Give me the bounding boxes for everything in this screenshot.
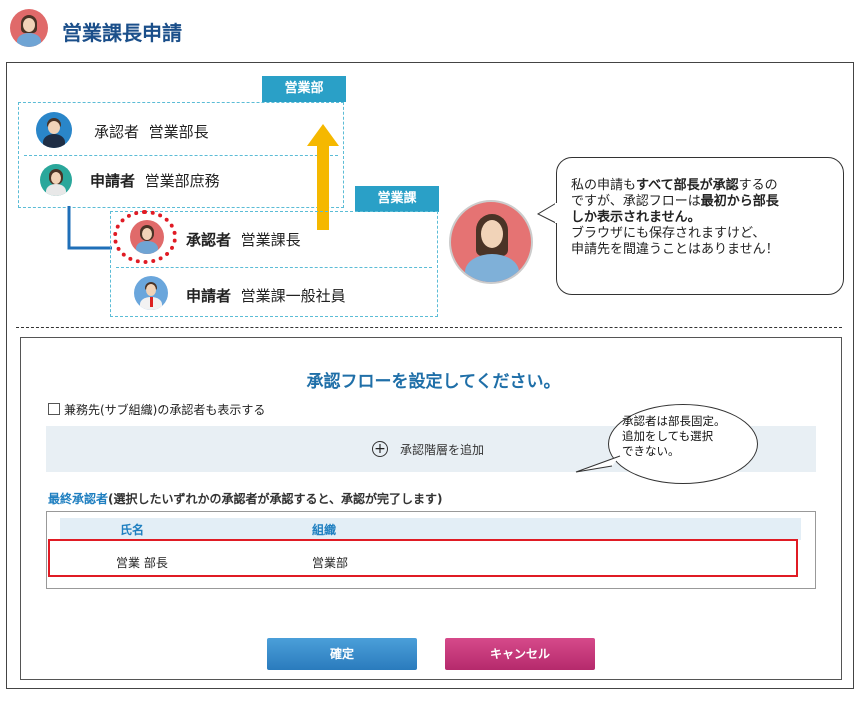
- dept-approver-role: 承認者: [94, 123, 140, 141]
- dept-approver-row: 承認者 営業部長: [94, 121, 209, 142]
- dept-applicant-role: 申請者: [90, 172, 136, 190]
- callout-tail: [575, 455, 621, 473]
- col-header-org: 組織: [312, 523, 337, 537]
- callout-line-1: 承認者は部長固定。: [622, 414, 726, 428]
- bubble-tail-join: [555, 203, 558, 223]
- speech-line-3: しか表示されません。: [571, 210, 701, 225]
- page-title: 営業課長申請: [62, 21, 182, 45]
- sales-section-tag: 営業課: [355, 186, 439, 212]
- section-approver-name: 営業課長: [240, 231, 301, 249]
- confirm-button[interactable]: 確定: [267, 638, 417, 670]
- dept-applicant-row: 申請者 営業部庶務: [90, 170, 220, 191]
- final-approver-label-suffix: (選択したいずれかの承認者が承認すると、承認が完了します): [108, 492, 443, 506]
- section-approver-avatar-icon: [130, 220, 164, 254]
- speech-line-1: 私の申請もすべて部長が承認するの: [571, 178, 778, 193]
- speaker-avatar-icon: [449, 200, 533, 284]
- section-applicant-avatar-icon: [134, 276, 168, 310]
- callout-line-3: できない。: [622, 444, 680, 458]
- callout-text: 承認者は部長固定。 追加をしても選択 できない。: [622, 414, 726, 459]
- title-avatar-icon: [10, 9, 48, 47]
- section-approver-row: 承認者 営業課長: [186, 229, 301, 250]
- dept-applicant-avatar-icon: [40, 164, 72, 196]
- speech-line-4: ブラウザにも保存されますけど、: [571, 226, 766, 241]
- speech-line-2: ですが、承認フローは最初から部長: [571, 194, 779, 209]
- dialog-title: 承認フローを設定してください。: [306, 372, 561, 392]
- section-applicant-name: 営業課一般社員: [240, 287, 346, 305]
- speech-bubble: 私の申請もすべて部長が承認するの ですが、承認フローは最初から部長 しか表示され…: [556, 157, 844, 295]
- section-applicant-role: 申請者: [186, 287, 232, 305]
- section-approver-role: 承認者: [186, 231, 232, 249]
- sales-dept-tag: 営業部: [262, 76, 346, 102]
- approver-table-header: [60, 518, 801, 540]
- add-level-label[interactable]: 承認階層を追加: [400, 441, 484, 458]
- section-divider: [16, 327, 842, 328]
- section-row-separator: [116, 267, 432, 268]
- dept-approver-avatar-icon: [36, 112, 72, 148]
- cancel-button[interactable]: キャンセル: [445, 638, 595, 670]
- speech-line-5: 申請先を間違うことはありません！: [571, 242, 779, 257]
- plus-circle-icon[interactable]: +: [372, 441, 388, 457]
- dept-row-separator: [24, 155, 338, 156]
- col-header-name: 氏名: [120, 523, 145, 537]
- callout-line-2: 追加をしても選択: [622, 429, 714, 443]
- sub-org-checkbox[interactable]: [48, 403, 60, 415]
- section-applicant-row: 申請者 営業課一般社員: [186, 285, 346, 306]
- dept-applicant-name: 営業部庶務: [144, 172, 220, 190]
- final-approver-label: 最終承認者(選択したいずれかの承認者が承認すると、承認が完了します): [48, 490, 443, 507]
- sub-org-checkbox-label: 兼務先(サブ組織)の承認者も表示する: [64, 403, 266, 417]
- table-row-highlight: [48, 539, 798, 577]
- sub-org-checkbox-row[interactable]: 兼務先(サブ組織)の承認者も表示する: [48, 401, 265, 418]
- dept-approver-name: 営業部長: [148, 123, 209, 141]
- final-approver-label-prefix: 最終承認者: [48, 492, 109, 506]
